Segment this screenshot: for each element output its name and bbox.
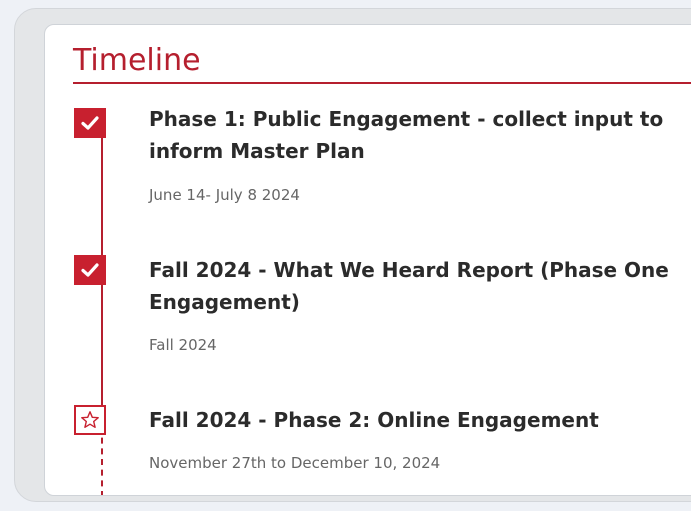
completed-marker [74, 255, 106, 285]
timeline-item-date: June 14- July 8 2024 [149, 186, 300, 204]
timeline-connector [101, 125, 103, 255]
checkmark-icon [81, 263, 99, 277]
timeline-item-date: November 27th to December 10, 2024 [149, 454, 441, 472]
upcoming-marker [74, 405, 106, 435]
timeline-item-title: Fall 2024 - Phase 2: Online Engagement [149, 408, 599, 432]
completed-marker [74, 108, 106, 138]
timeline-item-title: Phase 1: Public Engagement - collect inp… [149, 107, 664, 163]
star-icon [81, 411, 99, 428]
timeline-card: Timeline Phase 1: Public Engagement - co… [44, 24, 691, 496]
timeline-heading: Timeline [73, 43, 201, 78]
heading-divider [73, 82, 691, 84]
timeline-item-title: Fall 2024 - What We Heard Report (Phase … [149, 258, 669, 314]
timeline-connector-pending [101, 427, 103, 495]
timeline-connector [101, 274, 103, 406]
timeline-item-date: Fall 2024 [149, 336, 217, 354]
checkmark-icon [81, 116, 99, 130]
